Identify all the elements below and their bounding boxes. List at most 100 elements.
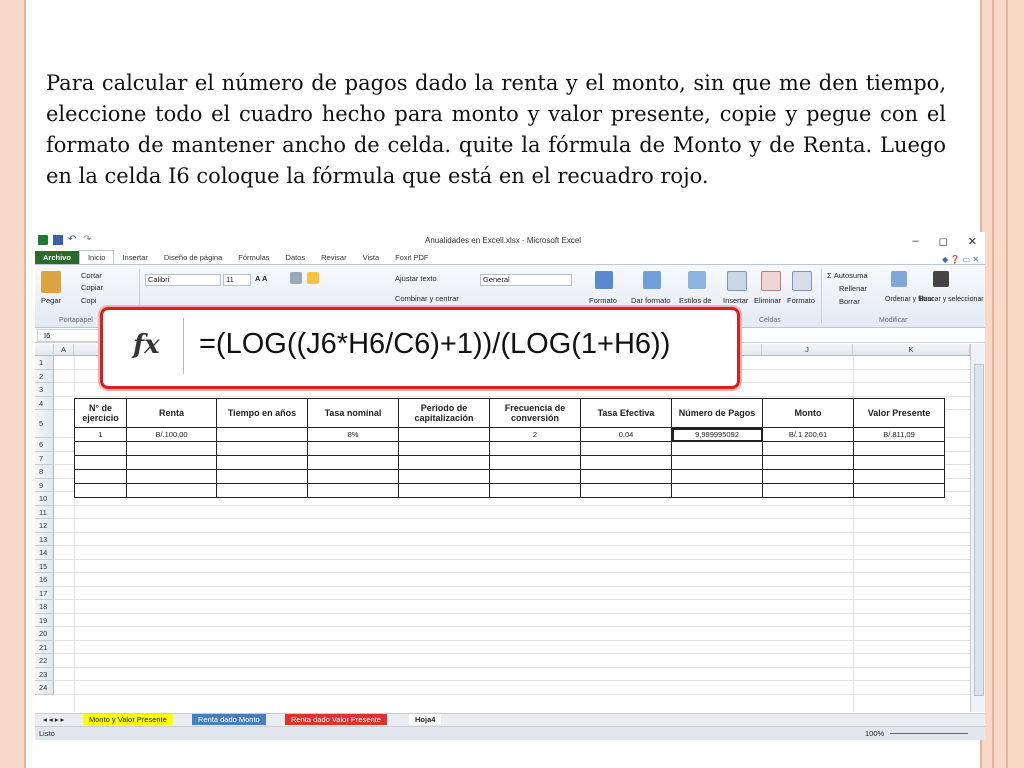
- header-cell[interactable]: Tasa nominal: [307, 398, 399, 428]
- insert-button[interactable]: Insertar: [723, 296, 748, 305]
- table-cell[interactable]: [307, 441, 399, 456]
- sheet-tab-monto-valor-presente[interactable]: Monto y Valor Presente: [83, 714, 173, 725]
- table-cell[interactable]: [762, 441, 854, 456]
- tab-formulas[interactable]: Fórmulas: [230, 251, 277, 264]
- table-cell[interactable]: [216, 455, 308, 470]
- restore-icon[interactable]: ◻: [939, 235, 948, 248]
- row-header[interactable]: 2: [35, 369, 54, 383]
- row-header[interactable]: 16: [35, 573, 54, 587]
- autosum-button[interactable]: Σ Autosuma: [827, 271, 868, 280]
- table-cell[interactable]: [398, 427, 490, 442]
- selected-cell-i6[interactable]: 9,999995092: [671, 427, 763, 442]
- column-header[interactable]: J: [762, 344, 853, 356]
- table-cell[interactable]: [580, 483, 672, 498]
- table-cell[interactable]: [398, 483, 490, 498]
- spreadsheet-grid[interactable]: A J K 1 2 3 4 5 6 7 8 9 10 11 12 13 14 15 16 17 18 19 20 21 2…: [35, 344, 970, 712]
- table-cell[interactable]: [671, 455, 763, 470]
- row-header[interactable]: 13: [35, 532, 54, 546]
- table-format-icon[interactable]: [643, 271, 661, 289]
- row-header[interactable]: 20: [35, 627, 54, 641]
- clear-button[interactable]: Borrar: [839, 297, 860, 306]
- font-size-select[interactable]: 11: [223, 274, 251, 286]
- merge-button[interactable]: Combinar y centrar: [395, 294, 459, 303]
- table-cell[interactable]: [580, 455, 672, 470]
- table-cell[interactable]: [762, 455, 854, 470]
- table-cell[interactable]: [853, 455, 945, 470]
- row-header[interactable]: 12: [35, 519, 54, 533]
- number-format-select[interactable]: General: [480, 274, 572, 286]
- tab-inicio[interactable]: Inicio: [78, 250, 115, 264]
- row-header[interactable]: 18: [35, 600, 54, 614]
- table-cell[interactable]: [74, 455, 127, 470]
- row-header[interactable]: 24: [35, 681, 54, 695]
- table-cell[interactable]: [307, 455, 399, 470]
- conditional-format-button[interactable]: Formato: [589, 296, 617, 305]
- column-header[interactable]: K: [853, 344, 970, 356]
- table-cell[interactable]: 0,04: [580, 427, 672, 442]
- copy-format-button[interactable]: Copi: [81, 296, 96, 305]
- grow-font-icon[interactable]: A A: [255, 274, 267, 283]
- save-icon[interactable]: [53, 235, 63, 245]
- cell-styles-icon[interactable]: [688, 271, 706, 289]
- header-cell[interactable]: Renta: [126, 398, 217, 428]
- table-cell[interactable]: 8%: [307, 427, 399, 442]
- row-header[interactable]: 22: [35, 654, 54, 668]
- table-cell[interactable]: [762, 483, 854, 498]
- copy-button[interactable]: Copiar: [81, 283, 103, 292]
- header-cell[interactable]: Tasa Efectiva: [580, 398, 672, 428]
- row-header[interactable]: 8: [35, 465, 54, 479]
- table-cell[interactable]: [580, 469, 672, 484]
- table-cell[interactable]: [126, 455, 217, 470]
- header-cell[interactable]: Periodo de capitalización: [398, 398, 490, 428]
- scrollbar-thumb[interactable]: [974, 364, 984, 696]
- table-cell[interactable]: 1: [74, 427, 127, 442]
- tab-archivo[interactable]: Archivo: [35, 251, 79, 264]
- conditional-format-icon[interactable]: [595, 271, 613, 289]
- table-cell[interactable]: [307, 469, 399, 484]
- table-cell[interactable]: [74, 469, 127, 484]
- sheet-tab-renta-dado-valor-presente[interactable]: Renta dado Valor Presente: [285, 714, 387, 725]
- header-cell[interactable]: Monto: [762, 398, 854, 428]
- row-header[interactable]: 23: [35, 667, 54, 681]
- tab-insertar[interactable]: Insertar: [114, 251, 155, 264]
- table-cell[interactable]: [216, 483, 308, 498]
- table-cell[interactable]: [671, 469, 763, 484]
- format-button[interactable]: Formato: [787, 296, 815, 305]
- table-cell[interactable]: [74, 441, 127, 456]
- row-header[interactable]: 14: [35, 546, 54, 560]
- paste-icon[interactable]: [41, 271, 61, 293]
- table-cell[interactable]: [489, 469, 581, 484]
- row-header[interactable]: 19: [35, 613, 54, 627]
- zoom-level[interactable]: 100%: [865, 727, 884, 740]
- table-cell[interactable]: [853, 469, 945, 484]
- table-cell[interactable]: [853, 483, 945, 498]
- table-cell[interactable]: [216, 469, 308, 484]
- table-cell[interactable]: [216, 441, 308, 456]
- wrap-text-button[interactable]: Ajustar texto: [395, 274, 437, 283]
- header-cell[interactable]: Número de Pagos: [671, 398, 763, 428]
- row-header[interactable]: 21: [35, 640, 54, 654]
- font-name-select[interactable]: Calibri: [145, 274, 221, 286]
- find-select-button[interactable]: Buscar y seleccionar: [919, 296, 984, 303]
- tab-datos[interactable]: Datos: [278, 251, 314, 264]
- paste-button[interactable]: Pegar: [41, 296, 61, 305]
- tab-vista[interactable]: Vista: [355, 251, 388, 264]
- row-header[interactable]: 15: [35, 559, 54, 573]
- sheet-nav-arrows[interactable]: ◂ ◂ ▸ ▸: [37, 714, 70, 725]
- table-cell[interactable]: [126, 483, 217, 498]
- row-header[interactable]: 17: [35, 586, 54, 600]
- table-cell[interactable]: [398, 469, 490, 484]
- column-header[interactable]: A: [54, 344, 74, 356]
- header-cell[interactable]: N° de ejercicio: [74, 398, 127, 428]
- header-cell[interactable]: Tiempo en años: [216, 398, 308, 428]
- table-cell[interactable]: [126, 441, 217, 456]
- delete-cells-icon[interactable]: [761, 271, 781, 291]
- table-cell[interactable]: [489, 455, 581, 470]
- help-icon[interactable]: ◆ ❓ ▭ ✕: [942, 255, 985, 264]
- table-cell[interactable]: [398, 455, 490, 470]
- delete-button[interactable]: Eliminar: [754, 296, 781, 305]
- table-cell[interactable]: B/.100,00: [126, 427, 217, 442]
- table-cell[interactable]: 2: [489, 427, 581, 442]
- table-cell[interactable]: [216, 427, 308, 442]
- table-cell[interactable]: [126, 469, 217, 484]
